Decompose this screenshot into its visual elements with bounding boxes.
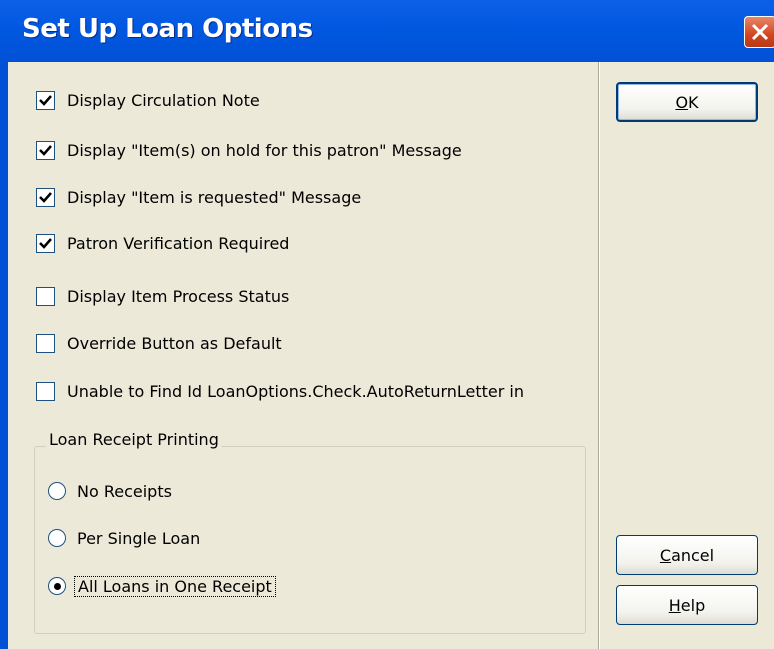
option-label: Display Circulation Note: [67, 90, 260, 110]
radio-selected-dot: [54, 583, 61, 590]
checkmark-icon: [39, 191, 52, 203]
help-mnemonic: H: [668, 595, 681, 615]
option-override-button-default[interactable]: Override Button as Default: [36, 331, 282, 355]
radio-all-loans-one-receipt[interactable]: All Loans in One Receipt: [48, 574, 276, 598]
window-border: [0, 62, 8, 649]
cancel-mnemonic: C: [659, 545, 672, 565]
ok-button[interactable]: OK: [616, 82, 758, 122]
checkbox[interactable]: [36, 187, 55, 207]
title-bar[interactable]: Set Up Loan Options: [0, 0, 774, 62]
radio-label: All Loans in One Receipt: [74, 575, 276, 597]
checkmark-icon: [39, 144, 52, 156]
help-button[interactable]: Help: [616, 585, 758, 625]
group-label: Loan Receipt Printing: [46, 430, 222, 449]
ok-mnemonic: O: [675, 92, 689, 112]
radio-button[interactable]: [48, 577, 66, 595]
checkmark-icon: [39, 237, 52, 249]
option-display-item-process-status[interactable]: Display Item Process Status: [36, 284, 289, 308]
radio-label: Per Single Loan: [77, 528, 201, 548]
option-auto-return-letter[interactable]: Unable to Find Id LoanOptions.Check.Auto…: [36, 379, 524, 403]
cancel-label-rest: ancel: [671, 545, 715, 565]
window-title: Set Up Loan Options: [22, 14, 313, 44]
option-display-requested-message[interactable]: Display "Item is requested" Message: [36, 185, 361, 209]
checkbox[interactable]: [36, 286, 55, 306]
radio-button[interactable]: [48, 482, 66, 500]
radio-button[interactable]: [48, 529, 66, 547]
option-label: Display "Item is requested" Message: [67, 187, 362, 207]
option-label: Unable to Find Id LoanOptions.Check.Auto…: [67, 381, 525, 401]
checkmark-icon: [39, 94, 52, 106]
option-patron-verification[interactable]: Patron Verification Required: [36, 231, 289, 255]
checkbox[interactable]: [36, 140, 55, 160]
close-button[interactable]: [744, 16, 774, 48]
checkbox[interactable]: [36, 381, 55, 401]
radio-per-single-loan[interactable]: Per Single Loan: [48, 526, 200, 550]
checkbox[interactable]: [36, 90, 55, 110]
radio-no-receipts[interactable]: No Receipts: [48, 479, 172, 503]
option-label: Patron Verification Required: [67, 233, 290, 253]
option-label: Display Item Process Status: [67, 286, 290, 306]
option-label: Override Button as Default: [67, 333, 282, 353]
checkbox[interactable]: [36, 333, 55, 353]
option-display-circulation-note[interactable]: Display Circulation Note: [36, 88, 260, 112]
ok-label-rest: K: [688, 92, 699, 112]
radio-label: No Receipts: [77, 481, 172, 501]
cancel-button[interactable]: Cancel: [616, 535, 758, 575]
help-label-rest: elp: [680, 595, 706, 615]
option-label: Display "Item(s) on hold for this patron…: [67, 140, 462, 160]
checkbox[interactable]: [36, 233, 55, 253]
option-display-hold-message[interactable]: Display "Item(s) on hold for this patron…: [36, 138, 462, 162]
panel-divider: [598, 62, 600, 649]
